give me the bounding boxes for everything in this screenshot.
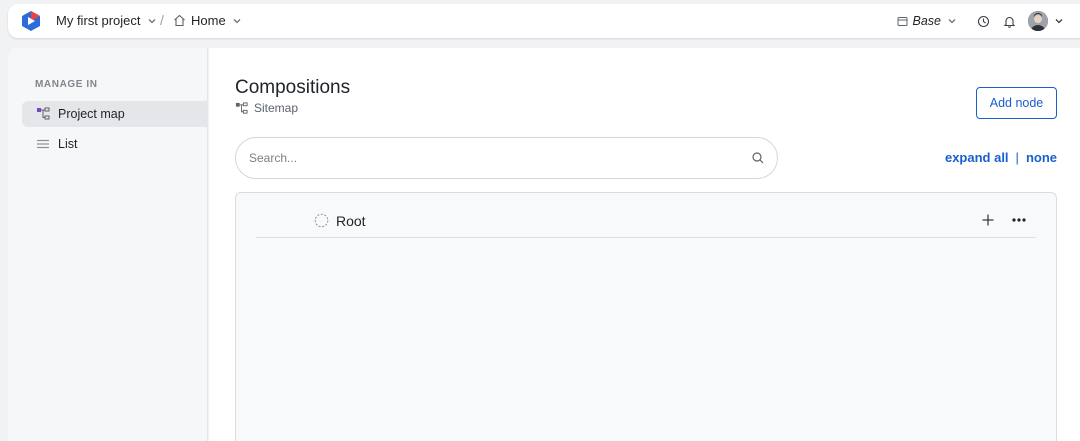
chevron-down-icon[interactable] bbox=[1054, 16, 1064, 26]
chevron-down-icon bbox=[233, 18, 241, 23]
home-icon bbox=[174, 14, 185, 27]
bell-icon bbox=[1003, 16, 1015, 28]
environment-switcher[interactable]: Base bbox=[897, 14, 963, 28]
top-bar: My first project / Home Base bbox=[8, 4, 1080, 38]
expand-controls: expand all | none bbox=[945, 150, 1057, 165]
top-right-controls: Base bbox=[897, 11, 1065, 31]
expand-all-link[interactable]: expand all bbox=[945, 150, 1009, 165]
list-icon bbox=[37, 139, 49, 149]
page-subtitle: Sitemap bbox=[235, 101, 298, 115]
app-logo-icon[interactable] bbox=[20, 10, 42, 32]
tree-node-label: Root bbox=[336, 213, 366, 229]
sidebar-heading: MANAGE IN bbox=[35, 79, 98, 90]
sidebar-item-list[interactable]: List bbox=[22, 131, 208, 157]
sitemap-icon bbox=[37, 107, 50, 120]
page-title: Compositions bbox=[235, 77, 351, 98]
history-button[interactable] bbox=[976, 14, 990, 28]
calendar-icon bbox=[897, 16, 907, 26]
environment-label: Base bbox=[912, 14, 942, 28]
search-box bbox=[235, 137, 778, 179]
chevron-down-icon bbox=[148, 18, 155, 23]
collapse-none-link[interactable]: none bbox=[1026, 150, 1057, 165]
user-avatar[interactable] bbox=[1028, 11, 1048, 31]
sidebar-item-label: List bbox=[58, 137, 78, 151]
add-node-button[interactable]: Add node bbox=[976, 87, 1057, 119]
project-name: My first project bbox=[56, 13, 141, 28]
sitemap-tree: Root bbox=[235, 192, 1057, 441]
project-switcher[interactable]: My first project bbox=[56, 13, 157, 28]
notifications-button[interactable] bbox=[1002, 14, 1016, 28]
dashed-circle-icon bbox=[314, 213, 329, 228]
user-photo-icon bbox=[1028, 11, 1048, 31]
main-content: Compositions Sitemap Add node expand all… bbox=[209, 48, 1080, 441]
link-divider: | bbox=[1015, 150, 1019, 165]
sitemap-icon bbox=[235, 101, 248, 114]
search-icon[interactable] bbox=[751, 151, 765, 165]
more-options-icon[interactable] bbox=[1010, 212, 1028, 228]
chevron-down-icon bbox=[948, 19, 956, 24]
sidebar-item-label: Project map bbox=[58, 107, 125, 121]
sidebar: MANAGE IN Project map List bbox=[8, 48, 208, 441]
home-switcher[interactable]: Home bbox=[173, 13, 242, 28]
plus-icon[interactable] bbox=[980, 212, 996, 228]
search-input[interactable] bbox=[249, 148, 739, 168]
breadcrumb-separator: / bbox=[160, 12, 164, 28]
sidebar-item-project-map[interactable]: Project map bbox=[22, 101, 208, 127]
tree-row-root[interactable]: Root bbox=[256, 193, 1036, 238]
page-subtitle-label: Sitemap bbox=[254, 101, 299, 115]
clock-icon bbox=[977, 15, 989, 27]
home-label: Home bbox=[191, 13, 226, 28]
